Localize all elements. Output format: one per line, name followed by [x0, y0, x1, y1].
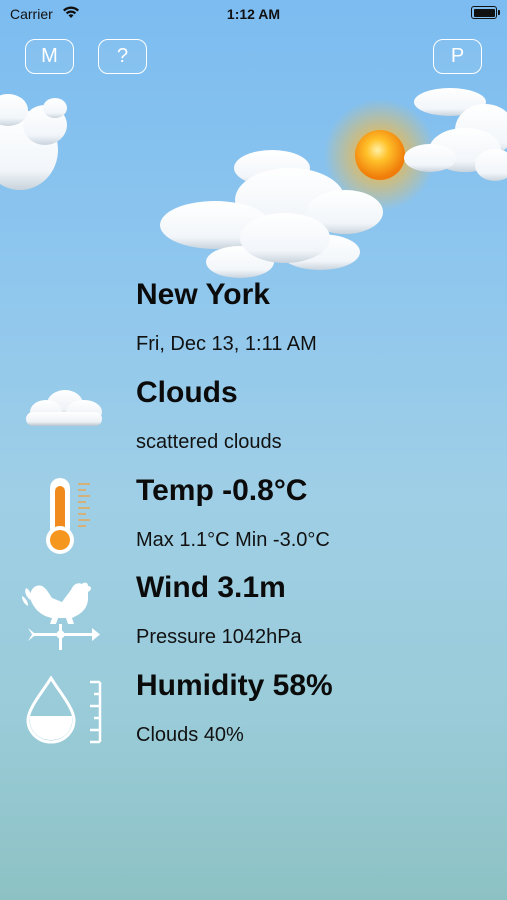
clouds-value: Clouds 40% [136, 724, 244, 746]
help-button[interactable]: ? [98, 39, 147, 74]
cloud-icon [20, 388, 106, 437]
sun-icon [324, 99, 436, 211]
status-bar: Carrier 1:12 AM [0, 0, 507, 28]
humidity-drop-icon [24, 675, 106, 749]
condition-description: scattered clouds [136, 431, 282, 453]
battery-icon [471, 6, 500, 19]
thermometer-icon [42, 474, 98, 561]
pressure-value: Pressure 1042hPa [136, 626, 302, 648]
m-button[interactable]: M [25, 39, 74, 74]
sky-illustration [0, 88, 507, 278]
cloud-center [160, 150, 383, 278]
cloud-right [404, 88, 507, 181]
city-name: New York [136, 278, 270, 311]
date-time: Fri, Dec 13, 1:11 AM [136, 333, 317, 355]
humidity-title: Humidity 58% [136, 669, 333, 702]
temperature-title: Temp -0.8°C [136, 474, 308, 507]
weathervane-icon [22, 578, 100, 655]
temperature-range: Max 1.1°C Min -3.0°C [136, 529, 330, 551]
cloud-left [0, 94, 67, 190]
status-time: 1:12 AM [226, 6, 281, 22]
wind-title: Wind 3.1m [136, 571, 286, 604]
condition-title: Clouds [136, 376, 238, 409]
p-button[interactable]: P [433, 39, 482, 74]
